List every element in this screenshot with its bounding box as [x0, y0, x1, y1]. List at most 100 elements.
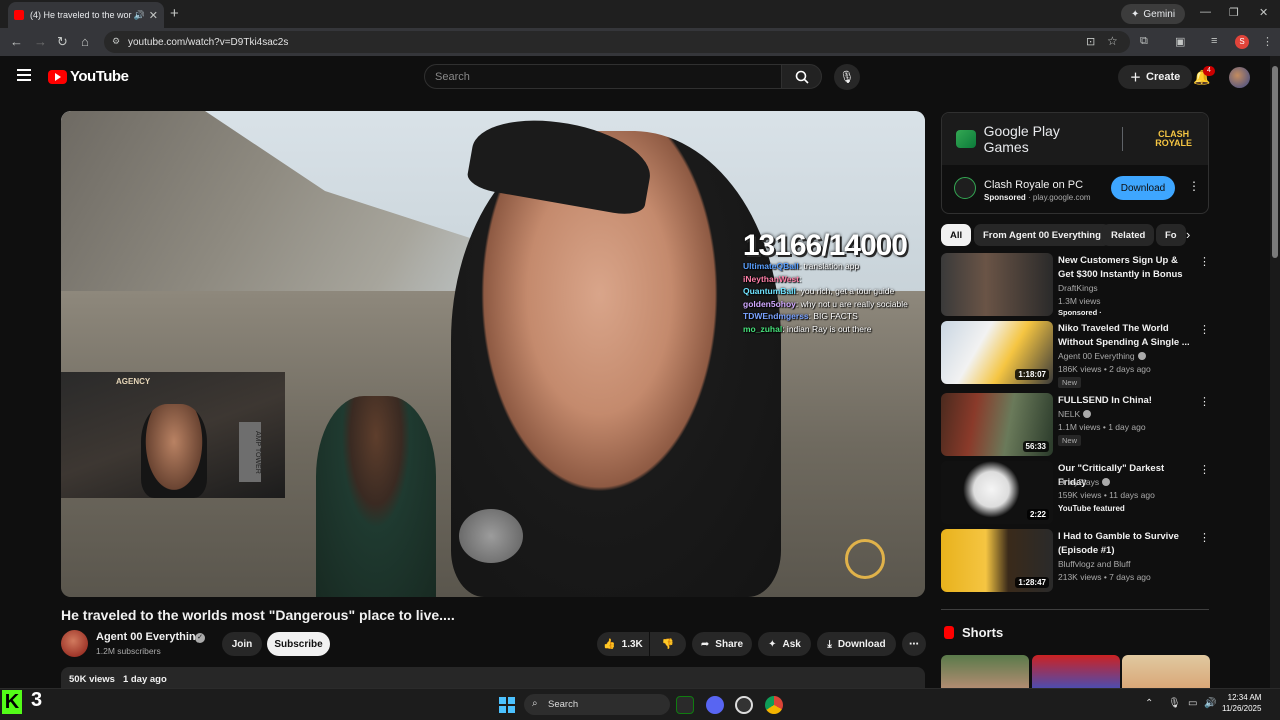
create-button[interactable]: ＋ Create: [1118, 65, 1193, 89]
maximize-icon[interactable]: ❐: [1229, 6, 1239, 19]
share-button[interactable]: ➦ Share: [692, 632, 752, 656]
browser-tab[interactable]: (4) He traveled to the worlds most "Dang…: [8, 2, 164, 28]
recommendation-item[interactable]: 56:33 FULLSEND In China! NELK 1.1M views…: [941, 393, 1210, 457]
channel-name[interactable]: Agent 00 Everything: [96, 631, 202, 643]
youtube-logo[interactable]: YouTube: [48, 68, 129, 85]
more-options-icon[interactable]: ⋮: [1199, 255, 1210, 268]
video-thumbnail[interactable]: 1:28:47: [941, 529, 1053, 592]
site-info-icon[interactable]: ⚙: [112, 36, 120, 47]
kick-logo-icon[interactable]: K: [2, 690, 22, 714]
close-window-icon[interactable]: ✕: [1259, 6, 1268, 19]
like-button[interactable]: 👍 1.3K: [597, 632, 649, 656]
windows-start-icon[interactable]: [499, 697, 515, 713]
forward-icon[interactable]: →: [34, 34, 47, 49]
clock[interactable]: 12:34 AM 11/26/2025: [1222, 692, 1261, 714]
speaker-icon[interactable]: 🔊: [134, 10, 145, 21]
microphone-tray-icon[interactable]: 🎙: [1168, 698, 1181, 709]
ad-title[interactable]: Clash Royale on PC: [984, 179, 1083, 191]
ad-brand: Google Play Games: [983, 123, 1060, 155]
chip-following[interactable]: Fo: [1156, 224, 1186, 246]
recommendation-item[interactable]: 2:22 Our "Critically" Darkest Friday One…: [941, 461, 1210, 525]
taskbar-search[interactable]: ⌕ Search: [524, 694, 670, 715]
chat-text: : translation app: [798, 261, 860, 271]
join-button[interactable]: Join: [222, 632, 262, 656]
browser-menu-icon[interactable]: ⋮: [1262, 35, 1273, 48]
video-thumbnail[interactable]: 2:22: [941, 461, 1053, 524]
bookmark-star-icon[interactable]: ☆: [1107, 34, 1118, 48]
ad-more-icon[interactable]: ⋮: [1188, 179, 1200, 193]
sponsored-ad-card[interactable]: Google Play Games CLASH ROYALE Clash Roy…: [941, 112, 1209, 214]
account-avatar[interactable]: [1229, 67, 1250, 88]
ad-download-button[interactable]: Download: [1111, 176, 1175, 200]
subscribe-button[interactable]: Subscribe: [267, 632, 330, 656]
new-tab-button[interactable]: +: [170, 5, 179, 22]
scrollbar-thumb[interactable]: [1272, 66, 1278, 258]
video-title: He traveled to the worlds most "Dangerou…: [61, 607, 455, 623]
search-input[interactable]: Search: [424, 64, 782, 89]
recommendation-channel[interactable]: OneyPlays: [1058, 477, 1111, 487]
close-tab-icon[interactable]: ✕: [149, 9, 158, 22]
recommendation-title[interactable]: FULLSEND In China!: [1058, 394, 1190, 408]
recommendation-channel[interactable]: Bluffvlogz and Bluff: [1058, 559, 1130, 569]
download-button[interactable]: ⤓ Download: [817, 632, 896, 656]
voice-search-button[interactable]: 🎙: [834, 64, 860, 90]
volume-icon[interactable]: 🔊: [1204, 698, 1216, 709]
gemini-button[interactable]: ✦ Gemini: [1121, 4, 1186, 24]
minimize-icon[interactable]: —: [1200, 6, 1211, 18]
youtube-favicon-icon: [14, 10, 24, 20]
home-icon[interactable]: ⌂: [81, 34, 89, 49]
page-scrollbar[interactable]: [1270, 56, 1280, 688]
reload-icon[interactable]: ↻: [57, 34, 68, 50]
chrome-app-icon[interactable]: [765, 696, 783, 714]
channel-watermark-icon[interactable]: [845, 539, 885, 579]
install-app-icon[interactable]: ⊡: [1086, 35, 1095, 48]
recommendation-channel[interactable]: DraftKings: [1058, 283, 1098, 293]
video-duration: 56:33: [1022, 441, 1049, 452]
kick-widget-count: 3: [31, 689, 43, 711]
recommendation-title[interactable]: Niko Traveled The World Without Spending…: [1058, 322, 1190, 349]
video-thumbnail[interactable]: 1:18:07: [941, 321, 1053, 384]
recommendation-title[interactable]: I Had to Gamble to Survive (Episode #1): [1058, 530, 1190, 557]
obs-app-icon[interactable]: [735, 696, 753, 714]
chat-text: : indian Ray is out there: [782, 323, 872, 334]
back-icon[interactable]: ←: [10, 34, 23, 49]
recommendation-item[interactable]: 1:18:07 Niko Traveled The World Without …: [941, 321, 1210, 388]
ad-separator: [1122, 127, 1124, 151]
more-actions-button[interactable]: ⋯: [902, 632, 926, 656]
discord-app-icon[interactable]: [706, 696, 724, 714]
chip-related[interactable]: Related: [1102, 224, 1155, 246]
more-options-icon[interactable]: ⋮: [1199, 531, 1210, 544]
dislike-button[interactable]: 👎: [650, 632, 686, 656]
chip-all[interactable]: All: [941, 224, 972, 246]
split-view-icon[interactable]: ▣: [1175, 35, 1185, 48]
show-hidden-icons-chevron[interactable]: ⌃: [1145, 698, 1153, 709]
extensions-icon[interactable]: ⧉: [1140, 35, 1148, 48]
browser-tab-strip: (4) He traveled to the worlds most "Dang…: [0, 0, 1280, 28]
ask-button[interactable]: ✦ Ask: [758, 632, 811, 656]
more-options-icon[interactable]: ⋮: [1199, 463, 1210, 476]
address-bar[interactable]: ⚙ youtube.com/watch?v=D9Tki4sac2s ⊡ ☆: [104, 31, 1130, 53]
hamburger-menu-icon[interactable]: [17, 69, 31, 81]
network-icon[interactable]: ▭: [1188, 698, 1197, 709]
video-thumbnail[interactable]: 56:33: [941, 393, 1053, 456]
recommendation-item[interactable]: New Customers Sign Up & Get $300 Instant…: [941, 253, 1210, 317]
recommendation-title[interactable]: New Customers Sign Up & Get $300 Instant…: [1058, 254, 1190, 281]
more-options-icon[interactable]: ⋮: [1199, 323, 1210, 336]
related-filter-chips: All From Agent 00 Everything Related Fo: [941, 224, 1209, 246]
webcam-overlay: AGENCY AMP TOWER: [61, 372, 285, 498]
recommendation-channel[interactable]: NELK: [1058, 409, 1092, 419]
chevron-right-icon[interactable]: ›: [1186, 227, 1190, 242]
ad-banner[interactable]: Google Play Games CLASH ROYALE: [942, 113, 1208, 165]
recommendation-channel[interactable]: Agent 00 Everything: [1058, 351, 1146, 361]
search-button[interactable]: [781, 64, 822, 89]
more-options-icon[interactable]: ⋮: [1199, 395, 1210, 408]
xbox-app-icon[interactable]: [676, 696, 694, 714]
recommendation-item[interactable]: 1:28:47 I Had to Gamble to Survive (Epis…: [941, 529, 1210, 593]
profile-avatar[interactable]: S: [1235, 35, 1249, 49]
media-controls-icon[interactable]: ≡: [1211, 35, 1217, 47]
verified-check-icon: [1102, 478, 1111, 486]
chip-from-channel[interactable]: From Agent 00 Everything: [974, 224, 1110, 246]
video-player[interactable]: 13166/14000 UltimateQBall: translation a…: [61, 111, 925, 597]
video-thumbnail[interactable]: [941, 253, 1053, 316]
channel-avatar[interactable]: [61, 630, 88, 657]
